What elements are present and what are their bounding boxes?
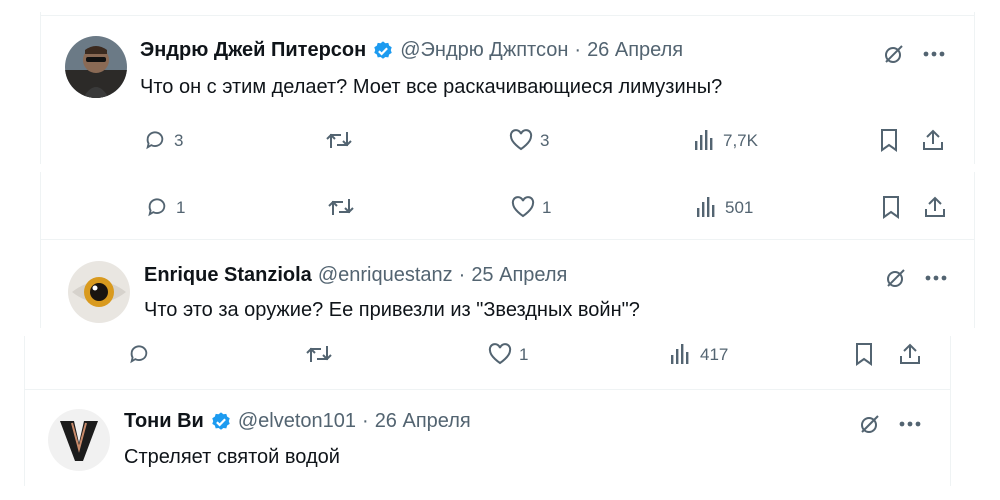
reply-card-stats[interactable]: 1 1 501	[40, 172, 975, 240]
post-date[interactable]: 25 Апреля	[471, 264, 567, 287]
like-icon[interactable]	[508, 127, 534, 153]
verified-badge-icon	[372, 40, 394, 62]
like-count: 3	[540, 131, 550, 150]
views-icon[interactable]	[692, 127, 718, 153]
avatar[interactable]	[48, 409, 110, 471]
reply-count: 3	[174, 131, 184, 150]
reply-card-stanziola[interactable]: Enrique Stanziola @enriquestanz · 25 Апр…	[40, 240, 975, 328]
reply-text: Что он с этим делает? Моет все раскачива…	[140, 76, 723, 98]
retweet-icon[interactable]	[324, 127, 354, 153]
grok-icon[interactable]	[856, 410, 884, 438]
more-icon[interactable]	[896, 410, 924, 438]
avatar[interactable]	[68, 261, 130, 323]
views-count: 501	[725, 198, 754, 217]
reply-icon[interactable]	[126, 341, 152, 367]
bookmark-icon[interactable]	[851, 341, 877, 367]
reply-text: Что это за оружие? Ее привезли из "Звезд…	[144, 299, 640, 321]
retweet-icon[interactable]	[326, 194, 356, 220]
like-icon[interactable]	[510, 194, 536, 220]
more-icon[interactable]	[920, 40, 948, 68]
reply-icon[interactable]	[142, 127, 168, 153]
separator-dot: ·	[362, 410, 369, 432]
author-name[interactable]: Эндрю Джей Питерсон	[140, 39, 366, 62]
avatar[interactable]	[65, 36, 127, 98]
reply-card-peterson[interactable]: Эндрю Джей Питерсон @Эндрю Джптсон · 26 …	[40, 12, 975, 164]
reply-card-stanziola-actions[interactable]: 1 417	[24, 336, 951, 390]
author-handle[interactable]: @enriquestanz	[318, 264, 453, 287]
share-icon[interactable]	[922, 194, 948, 220]
views-icon[interactable]	[668, 341, 694, 367]
grok-icon[interactable]	[882, 264, 910, 292]
reply-text: Стреляет святой водой	[124, 446, 340, 468]
bookmark-icon[interactable]	[878, 194, 904, 220]
bookmark-icon[interactable]	[876, 127, 902, 153]
like-icon[interactable]	[487, 341, 513, 367]
post-date[interactable]: 26 Апреля	[375, 410, 471, 433]
author-handle[interactable]: @elveton101	[238, 410, 356, 433]
separator-dot: ·	[574, 39, 582, 61]
separator-dot: ·	[458, 264, 466, 286]
reply-card-tony[interactable]: Тони Ви @elveton101 · 26 Апреля Стреляет…	[24, 390, 951, 486]
views-count: 7,7K	[723, 131, 758, 150]
retweet-icon[interactable]	[304, 341, 334, 367]
share-icon[interactable]	[897, 341, 923, 367]
author-name[interactable]: Enrique Stanziola	[144, 264, 312, 287]
like-count: 1	[519, 345, 529, 364]
reply-icon[interactable]	[144, 194, 170, 220]
reply-count: 1	[176, 198, 186, 217]
grok-icon[interactable]	[880, 40, 908, 68]
share-icon[interactable]	[920, 127, 946, 153]
views-count: 417	[700, 345, 729, 364]
verified-badge-icon	[210, 411, 232, 433]
post-date[interactable]: 26 Апреля	[587, 39, 683, 62]
like-count: 1	[542, 198, 552, 217]
author-handle[interactable]: @Эндрю Джптсон	[400, 39, 568, 62]
views-icon[interactable]	[694, 194, 720, 220]
author-name[interactable]: Тони Ви	[124, 410, 204, 433]
more-icon[interactable]	[922, 264, 950, 292]
